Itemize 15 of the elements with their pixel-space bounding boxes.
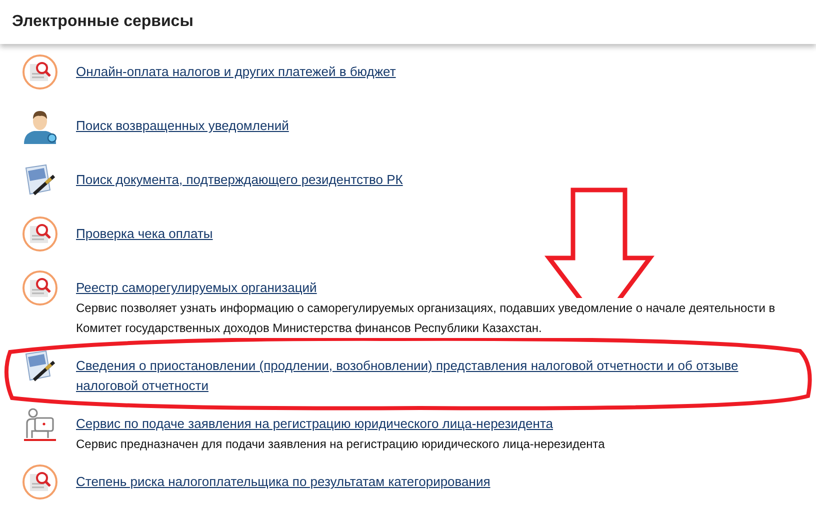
service-link[interactable]: Проверка чека оплаты [76,224,213,244]
service-link[interactable]: Поиск возвращенных уведомлений [76,116,289,136]
person-laptop-icon [22,406,58,442]
service-link[interactable]: Сведения о приостановлении (продлении, возобновлении) представления налоговой отчетности и об отзыве налоговой отчетности [76,356,796,396]
section-title: Электронные сервисы [12,13,194,31]
service-link[interactable]: Реестр саморегулируемых организаций [76,278,317,298]
document-search-icon [22,216,58,252]
document-search-icon [22,270,58,306]
user-search-icon [22,108,58,144]
document-search-icon [22,54,58,90]
document-search-icon [22,464,58,500]
service-link[interactable]: Поиск документа, подтверждающего резидентство РК [76,170,403,190]
service-link[interactable]: Онлайн-оплата налогов и других платежей в бюджет [76,62,396,82]
service-link[interactable]: Степень риска налогоплательщика по результатам категорирования [76,472,490,492]
service-link[interactable]: Сервис по подаче заявления на регистрацию юридического лица-нерезидента [76,414,553,434]
